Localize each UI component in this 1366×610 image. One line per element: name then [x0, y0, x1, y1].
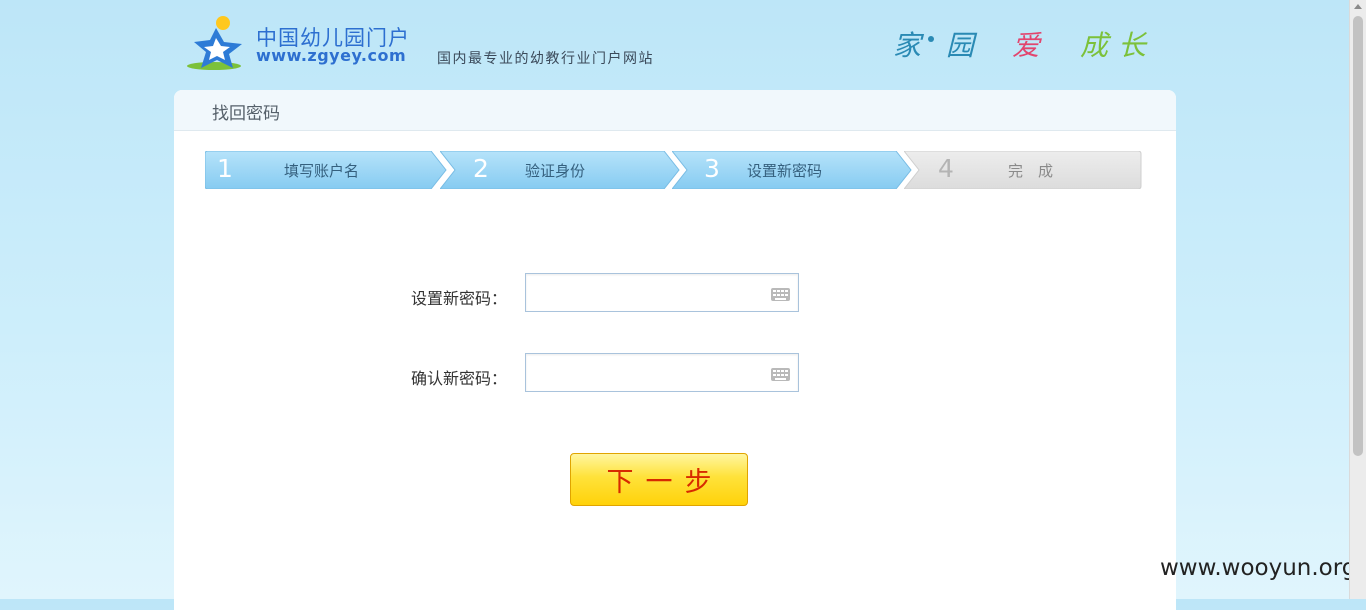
step-number: 3	[704, 154, 720, 183]
motto-dot	[928, 36, 934, 42]
motto-char: 成	[1080, 29, 1109, 62]
step-4: 4 完 成	[904, 151, 1142, 189]
confirm-password-label: 确认新密码：	[411, 369, 508, 388]
motto-char: 家	[893, 29, 922, 62]
new-password-input[interactable]	[525, 273, 799, 312]
step-number: 4	[938, 154, 954, 183]
step-2: 2 验证身份	[440, 151, 680, 189]
progress-steps: 1 填写账户名 2 验证身份 3 设置新密码 4 完 成	[205, 151, 1142, 189]
next-step-button[interactable]: 下一步	[570, 453, 748, 506]
star-logo-icon	[187, 16, 242, 70]
page-title: 找回密码	[212, 104, 280, 124]
site-slogan: 国内最专业的幼教行业门户网站	[437, 51, 654, 67]
panel-header: 找回密码	[174, 90, 1176, 131]
step-1: 1 填写账户名	[205, 151, 447, 189]
new-password-label: 设置新密码：	[411, 289, 508, 308]
motto-char: 园	[946, 29, 975, 62]
site-logo[interactable]: 中国幼儿园门户 www.zgyey.com 国内最专业的幼教行业门户网站	[186, 14, 666, 74]
scroll-thumb[interactable]	[1353, 16, 1363, 456]
scroll-up-arrow-icon[interactable]	[1354, 4, 1362, 9]
step-number: 2	[473, 154, 489, 183]
step-label: 设置新密码	[747, 162, 823, 180]
step-number: 1	[217, 154, 233, 183]
step-label: 完 成	[1008, 162, 1054, 180]
keyboard-icon[interactable]	[771, 288, 790, 301]
watermark: www.wooyun.org	[1160, 555, 1357, 581]
motto-char: 长	[1118, 29, 1147, 62]
confirm-password-input[interactable]	[525, 353, 799, 392]
keyboard-icon[interactable]	[771, 368, 790, 381]
logo-url: www.zgyey.com	[256, 46, 407, 65]
motto-char: 爱	[1012, 29, 1041, 62]
step-label: 验证身份	[525, 162, 586, 180]
reset-password-panel: 找回密码 1 填写账户名 2 验证身份 3 设置新密码 4 完 成 设置新密码：…	[174, 90, 1176, 610]
step-3: 3 设置新密码	[672, 151, 912, 189]
step-label: 填写账户名	[284, 162, 360, 180]
vertical-scrollbar[interactable]	[1349, 0, 1366, 599]
